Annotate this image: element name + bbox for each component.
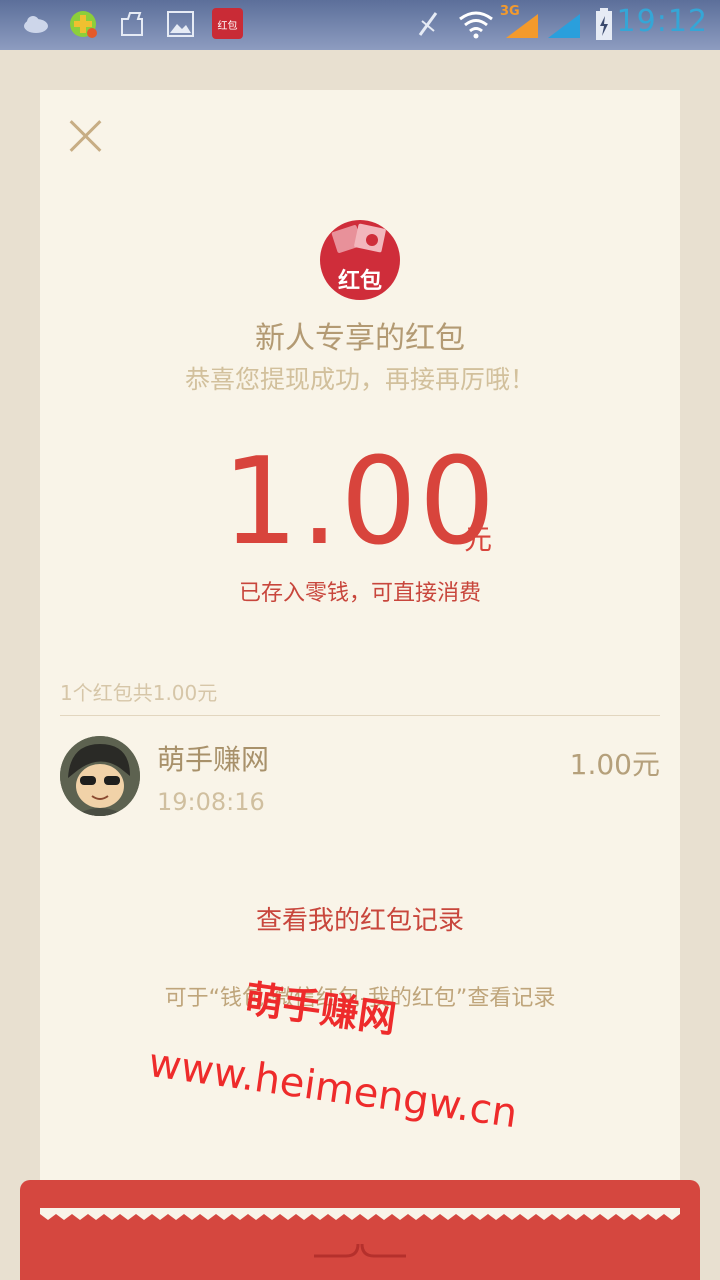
app-drawer-icon — [121, 12, 143, 36]
deposit-note: 已存入零钱，可直接消费 — [238, 581, 481, 606]
security-app-icon — [70, 11, 97, 38]
red-packet-notification-label: 红包 — [217, 21, 238, 32]
red-packet-logo: 红包 — [320, 220, 400, 300]
cloud-icon — [24, 16, 48, 33]
packet-amount: 1.00 — [222, 433, 498, 572]
packet-subtitle: 恭喜您提现成功，再接再厉哦！ — [184, 365, 535, 394]
received-amount: 1.00元 — [569, 748, 660, 781]
signal-strength-icon-1 — [506, 14, 538, 38]
sender-name: 萌手赚网 — [157, 743, 270, 776]
no-signal-icon — [418, 12, 438, 36]
envelope-bottom — [20, 1180, 700, 1280]
received-time: 19:08:16 — [157, 788, 265, 816]
red-packet-logo-label: 红包 — [337, 269, 382, 294]
gallery-icon — [167, 11, 194, 37]
red-packet-notification-icon: 红包 — [212, 8, 243, 39]
battery-icon — [596, 8, 612, 40]
signal-strength-icon-2 — [548, 14, 580, 38]
status-bar: 红包 3G 19:12 — [0, 0, 720, 50]
status-time: 19:12 — [616, 4, 708, 39]
view-records-link[interactable]: 查看我的红包记录 — [40, 900, 680, 937]
packet-title: 新人专享的红包 — [255, 321, 465, 356]
swipe-handle-icon[interactable] — [312, 1234, 408, 1260]
envelope-edge — [40, 1208, 680, 1220]
wifi-icon — [459, 11, 493, 39]
avatar-image — [60, 736, 140, 816]
close-icon[interactable] — [68, 118, 104, 154]
packet-summary: 1个红包共1.00元 — [60, 681, 218, 705]
packet-amount-unit: 元 — [464, 523, 493, 556]
divider — [60, 715, 660, 716]
avatar[interactable] — [60, 736, 140, 816]
